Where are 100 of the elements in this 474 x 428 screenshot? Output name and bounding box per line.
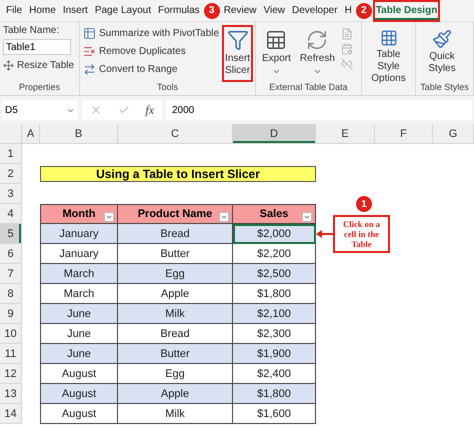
slicer-icon [226,29,249,51]
filter-dropdown-button[interactable] [302,212,312,222]
group-label: Properties [18,82,60,92]
name-box[interactable]: D5 [2,100,78,120]
table-cell[interactable]: Apple [118,284,233,304]
ribbon-tab[interactable]: File [3,0,26,22]
summarize-pivot-button[interactable]: Summarize with PivotTable [83,26,220,41]
table-cell[interactable]: $1,600 [233,404,316,424]
insert-slicer-button[interactable]: Insert Slicer [222,25,254,82]
table-header-cell: Month [40,204,118,224]
row-header[interactable]: 2 [0,164,22,184]
arrow-icon [316,230,333,238]
quick-styles-button[interactable]: Quick Styles [419,25,465,82]
row-header[interactable]: 7 [0,264,22,284]
row-header[interactable]: 11 [0,344,22,364]
ribbon-tab[interactable]: Home [26,0,59,22]
table-cell[interactable]: January [40,224,118,244]
row-header[interactable]: 10 [0,324,22,344]
filter-dropdown-button[interactable] [104,212,114,222]
resize-table-button[interactable]: Resize Table [3,58,74,73]
remove-duplicates-icon [83,45,96,58]
table-cell[interactable]: $1,900 [233,344,316,364]
row-header[interactable]: 9 [0,304,22,324]
table-cell[interactable]: March [40,284,118,304]
insert-function-button[interactable]: fx [145,102,154,118]
ribbon-tab[interactable]: Page Layout [92,0,154,22]
table-cell[interactable]: August [40,364,118,384]
table-cell[interactable]: Butter [118,244,233,264]
pivot-table-icon [83,27,96,40]
table-cell[interactable]: Egg [118,364,233,384]
step-badge: 3 [204,2,220,18]
row-header[interactable]: 5 [0,224,22,244]
table-header-cell: Product Name [118,204,233,224]
table-cell[interactable]: Butter [118,344,233,364]
table-style-options-button[interactable]: Table Style Options [365,25,412,89]
table-cell[interactable]: June [40,344,118,364]
row-header[interactable]: 3 [0,184,22,204]
ribbon-tab[interactable]: Review [220,0,260,22]
table-cell[interactable]: January [40,244,118,264]
table-cell[interactable]: $2,500 [233,264,316,284]
unlink-icon [340,58,353,70]
row-header[interactable]: 13 [0,384,22,404]
column-header[interactable]: C [118,124,233,144]
table-cell[interactable]: Egg [118,264,233,284]
table-name-field[interactable]: Table1 [3,39,71,55]
caret-icon [312,67,322,76]
callout-note: Click on a cell in the Table [333,215,390,253]
table-cell[interactable]: $2,000 [233,224,316,244]
refresh-button[interactable]: Refresh [296,25,338,82]
group-label: Tools [156,82,178,92]
step-badge: 2 [356,2,372,18]
table-cell[interactable]: Bread [118,324,233,344]
properties-icon [340,28,353,40]
row-header[interactable]: 8 [0,284,22,304]
table-cell[interactable]: March [40,264,118,284]
table-cell[interactable]: $2,300 [233,324,316,344]
ribbon-tab[interactable]: H [342,0,355,22]
column-header[interactable]: F [375,124,433,144]
export-button[interactable]: Export [259,25,294,82]
refresh-icon [306,29,328,51]
ribbon-tab[interactable]: Table Design [372,0,440,22]
column-header[interactable]: A [22,124,40,144]
table-cell[interactable]: June [40,304,118,324]
column-header[interactable]: E [316,124,375,144]
grid-icon [380,29,398,47]
table-cell[interactable]: June [40,324,118,344]
table-cell[interactable]: Apple [118,384,233,404]
caret-icon [272,67,281,76]
ribbon-tab[interactable]: View [260,0,288,22]
row-header[interactable]: 1 [0,144,22,164]
ribbon-tab[interactable]: Developer [288,0,341,22]
table-cell[interactable]: Bread [118,224,233,244]
ribbon-tab[interactable]: Insert [60,0,91,22]
column-header[interactable]: D [233,124,316,144]
caret-icon [303,213,311,221]
column-header[interactable]: G [433,124,474,144]
row-header[interactable]: 6 [0,244,22,264]
row-header[interactable]: 14 [0,404,22,424]
remove-duplicates-button[interactable]: Remove Duplicates [83,44,220,59]
ribbon-tab[interactable]: Formulas [155,0,203,22]
table-cell[interactable]: $1,800 [233,384,316,404]
row-header[interactable]: 4 [0,204,22,224]
table-cell[interactable]: $2,200 [233,244,316,264]
table-cell[interactable]: Milk [118,404,233,424]
step-badge: 1 [356,196,372,212]
table-cell[interactable]: $2,400 [233,364,316,384]
convert-icon [83,63,96,76]
table-cell[interactable]: $1,800 [233,284,316,304]
table-header-cell: Sales [233,204,316,224]
table-cell[interactable]: August [40,384,118,404]
formula-field[interactable]: 2000 [166,100,472,120]
select-all-button[interactable] [0,124,22,144]
browser-icon [340,43,353,55]
column-header[interactable]: B [40,124,118,144]
filter-dropdown-button[interactable] [219,212,229,222]
table-cell[interactable]: $2,100 [233,304,316,324]
convert-to-range-button[interactable]: Convert to Range [83,62,220,77]
table-cell[interactable]: Milk [118,304,233,324]
row-header[interactable]: 12 [0,364,22,384]
table-cell[interactable]: August [40,404,118,424]
